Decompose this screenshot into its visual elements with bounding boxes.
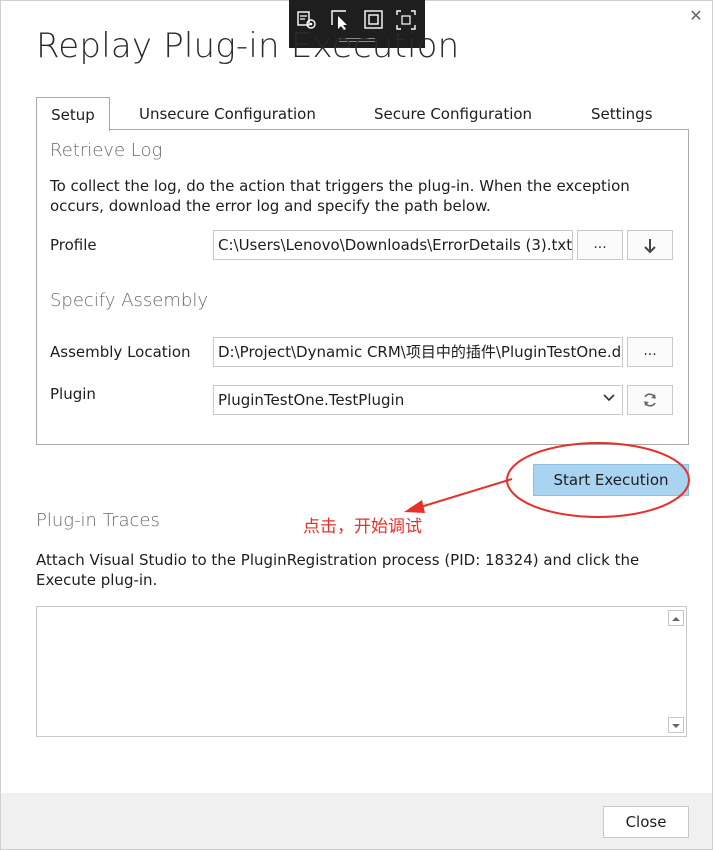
- annotation-ellipse: [506, 442, 690, 518]
- plugin-traces-instructions: Attach Visual Studio to the PluginRegist…: [36, 551, 640, 589]
- plugin-label: Plugin: [50, 385, 96, 403]
- annotation-arrow: [404, 478, 513, 513]
- annotation-text: 点击，开始调试: [303, 517, 422, 537]
- plugin-traces-heading: Plug-in Traces: [36, 510, 160, 531]
- profile-path-field[interactable]: C:\Users\Lenovo\Downloads\ErrorDetails (…: [213, 230, 573, 260]
- refresh-icon: [644, 393, 656, 407]
- plugin-traces-output[interactable]: [36, 606, 687, 737]
- close-button[interactable]: Close: [603, 806, 689, 838]
- profile-browse-button[interactable]: ...: [577, 230, 623, 260]
- download-arrow-icon: [644, 239, 656, 254]
- refresh-plugins-button[interactable]: [627, 385, 673, 415]
- assembly-location-label: Assembly Location: [50, 343, 191, 361]
- tab-settings[interactable]: Settings: [591, 97, 653, 129]
- scroll-up-button[interactable]: [668, 610, 684, 626]
- caret-down-icon: [672, 724, 680, 728]
- retrieve-log-heading: Retrieve Log: [50, 140, 163, 161]
- plugin-selected-value: PluginTestOne.TestPlugin: [218, 391, 405, 409]
- scroll-down-button[interactable]: [668, 717, 684, 733]
- chevron-down-icon: [603, 394, 615, 402]
- caret-up-icon: [672, 617, 680, 621]
- download-log-button[interactable]: [627, 230, 673, 260]
- tab-secure-configuration[interactable]: Secure Configuration: [374, 97, 532, 129]
- plugin-select[interactable]: PluginTestOne.TestPlugin: [213, 385, 623, 415]
- assembly-browse-button[interactable]: ...: [627, 337, 673, 367]
- tab-unsecure-configuration[interactable]: Unsecure Configuration: [139, 97, 316, 129]
- tab-setup[interactable]: Setup: [36, 97, 110, 131]
- dialog-title: Replay Plug-in Execution: [36, 26, 460, 66]
- profile-label: Profile: [50, 236, 97, 254]
- specify-assembly-heading: Specify Assembly: [50, 290, 208, 311]
- close-icon[interactable]: ✕: [684, 4, 708, 28]
- assembly-location-field[interactable]: D:\Project\Dynamic CRM\项目中的插件\PluginTest…: [213, 337, 623, 367]
- retrieve-log-instructions: To collect the log, do the action that t…: [50, 177, 630, 215]
- vertical-scrollbar[interactable]: [667, 608, 685, 735]
- tab-strip: Setup Unsecure Configuration Secure Conf…: [36, 97, 688, 131]
